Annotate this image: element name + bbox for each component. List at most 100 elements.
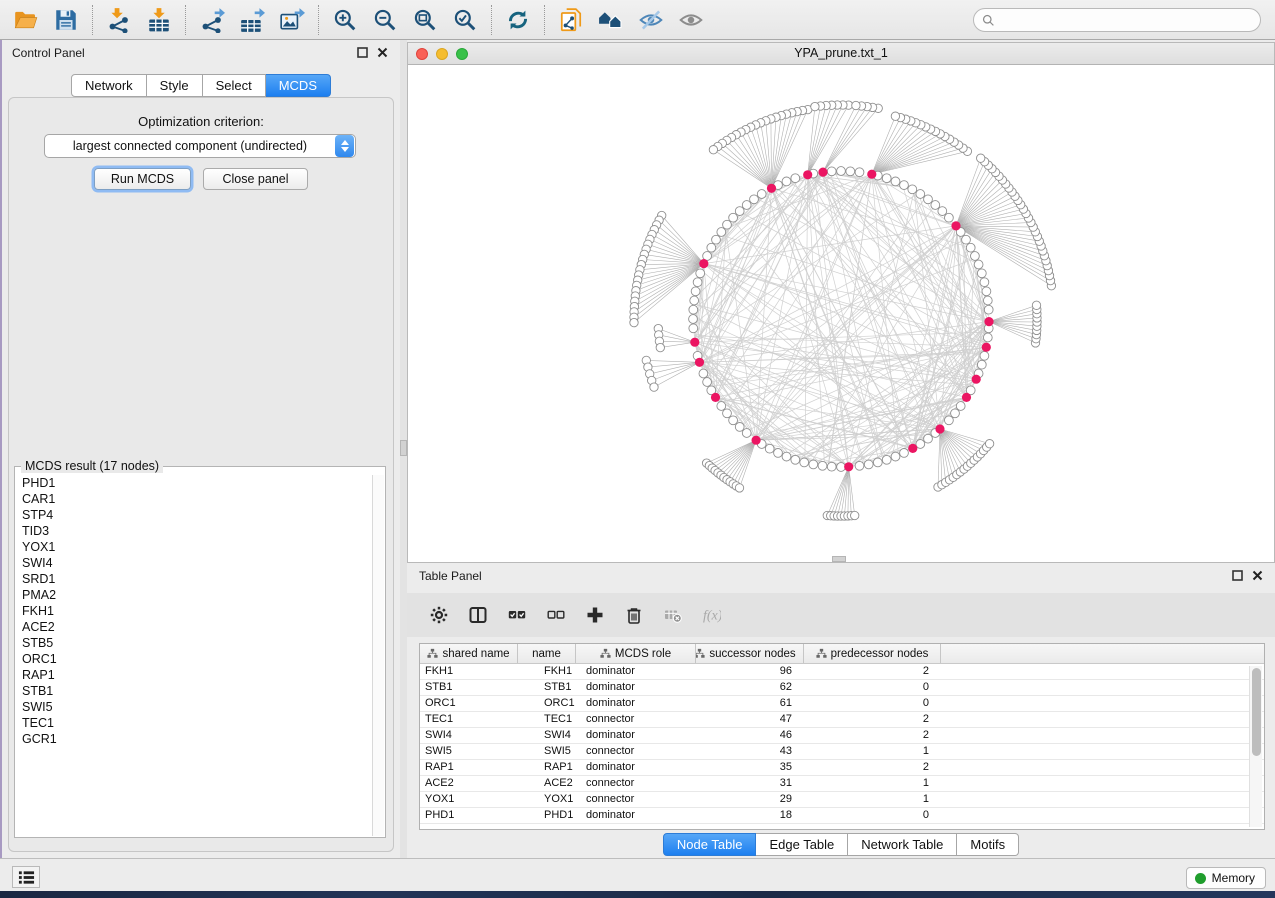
table-row[interactable]: RAP1RAP1dominator352 bbox=[420, 760, 1264, 776]
export-table-button[interactable] bbox=[236, 4, 268, 36]
float-panel-icon[interactable] bbox=[357, 47, 368, 58]
memory-button[interactable]: Memory bbox=[1186, 867, 1266, 889]
result-node-item[interactable]: YOX1 bbox=[16, 539, 372, 555]
save-session-button[interactable] bbox=[50, 4, 82, 36]
export-network-button[interactable] bbox=[196, 4, 228, 36]
float-panel-icon[interactable] bbox=[1232, 570, 1243, 581]
result-node-item[interactable]: STB5 bbox=[16, 635, 372, 651]
mcds-result-list[interactable]: PHD1CAR1STP4TID3YOX1SWI4SRD1PMA2FKH1ACE2… bbox=[16, 475, 372, 836]
result-node-item[interactable]: PMA2 bbox=[16, 587, 372, 603]
show-all-button[interactable] bbox=[675, 4, 707, 36]
scrollbar-thumb[interactable] bbox=[1252, 668, 1261, 756]
result-node-item[interactable]: RAP1 bbox=[16, 667, 372, 683]
search-input[interactable] bbox=[1000, 13, 1240, 27]
tab-node-table[interactable]: Node Table bbox=[663, 833, 757, 856]
result-node-item[interactable]: STB1 bbox=[16, 683, 372, 699]
vertical-splitter[interactable] bbox=[400, 40, 407, 858]
control-panel-header: Control Panel bbox=[2, 40, 400, 66]
table-row[interactable]: TEC1TEC1connector472 bbox=[420, 712, 1264, 728]
column-header-MCDS-role[interactable]: MCDS role bbox=[576, 644, 696, 663]
splitter-grip[interactable] bbox=[400, 440, 407, 456]
result-node-item[interactable]: SWI4 bbox=[16, 555, 372, 571]
network-canvas[interactable] bbox=[408, 65, 1274, 562]
column-label: name bbox=[532, 648, 561, 660]
tab-edge-table[interactable]: Edge Table bbox=[756, 833, 848, 856]
result-node-item[interactable]: STP4 bbox=[16, 507, 372, 523]
ring-nodes[interactable] bbox=[630, 101, 1056, 520]
result-node-item[interactable]: FKH1 bbox=[16, 603, 372, 619]
export-image-button[interactable] bbox=[276, 4, 308, 36]
result-node-item[interactable]: TID3 bbox=[16, 523, 372, 539]
zoom-in-button[interactable] bbox=[329, 4, 361, 36]
toggle-columns-icon bbox=[469, 606, 487, 624]
first-neighbors-button[interactable] bbox=[595, 4, 627, 36]
column-header-predecessor-nodes[interactable]: predecessor nodes bbox=[804, 644, 941, 663]
table-scrollbar[interactable] bbox=[1249, 666, 1262, 827]
result-node-item[interactable]: TEC1 bbox=[16, 715, 372, 731]
column-header-successor-nodes[interactable]: successor nodes bbox=[696, 644, 804, 663]
cell-mcds_role: dominator bbox=[576, 728, 696, 743]
import-network-icon bbox=[106, 7, 132, 33]
delete-column-button[interactable] bbox=[624, 605, 644, 625]
settings-gear-button[interactable] bbox=[429, 605, 449, 625]
table-toolbar: f(x) bbox=[407, 593, 1275, 637]
network-graph[interactable] bbox=[408, 65, 1274, 562]
table-row[interactable]: ACE2ACE2connector311 bbox=[420, 776, 1264, 792]
result-node-item[interactable]: GCR1 bbox=[16, 731, 372, 747]
table-row[interactable]: STB1STB1dominator620 bbox=[420, 680, 1264, 696]
horizontal-splitter-grip[interactable] bbox=[832, 556, 846, 562]
mcds-result-scrollbar[interactable] bbox=[372, 475, 384, 836]
import-network-button[interactable] bbox=[103, 4, 135, 36]
cell-mcds_role: dominator bbox=[576, 680, 696, 695]
open-file-button[interactable] bbox=[10, 4, 42, 36]
close-panel-button[interactable]: Close panel bbox=[203, 168, 308, 190]
result-node-item[interactable]: SRD1 bbox=[16, 571, 372, 587]
table-row[interactable]: ORC1ORC1dominator610 bbox=[420, 696, 1264, 712]
mcds-result-title: MCDS result (17 nodes) bbox=[21, 459, 163, 473]
select-all-button[interactable] bbox=[507, 605, 527, 625]
deselect-all-button[interactable] bbox=[546, 605, 566, 625]
apply-layout-refresh-button[interactable] bbox=[502, 4, 534, 36]
result-node-item[interactable]: CAR1 bbox=[16, 491, 372, 507]
task-history-button[interactable] bbox=[12, 866, 40, 888]
column-header-filler bbox=[941, 644, 1264, 663]
cell-shared_name: ORC1 bbox=[420, 696, 518, 711]
run-mcds-button[interactable]: Run MCDS bbox=[94, 168, 191, 190]
tab-network[interactable]: Network bbox=[71, 74, 147, 97]
memory-status-dot bbox=[1195, 873, 1206, 884]
clone-network-button[interactable] bbox=[555, 4, 587, 36]
toggle-columns-button[interactable] bbox=[468, 605, 488, 625]
hide-selected-button[interactable] bbox=[635, 4, 667, 36]
zoom-fit-button[interactable] bbox=[409, 4, 441, 36]
tab-mcds[interactable]: MCDS bbox=[266, 74, 331, 97]
column-header-name[interactable]: name bbox=[518, 644, 576, 663]
cell-successor_nodes: 29 bbox=[696, 792, 804, 807]
result-node-item[interactable]: PHD1 bbox=[16, 475, 372, 491]
column-header-shared-name[interactable]: shared name bbox=[420, 644, 518, 663]
tab-network-table[interactable]: Network Table bbox=[848, 833, 957, 856]
optimization-criterion-select[interactable]: largest connected component (undirected) bbox=[44, 134, 356, 158]
table-row[interactable]: SWI5SWI5connector431 bbox=[420, 744, 1264, 760]
import-table-button[interactable] bbox=[143, 4, 175, 36]
cell-shared_name: STB1 bbox=[420, 680, 518, 695]
search-box[interactable] bbox=[973, 8, 1261, 32]
result-node-item[interactable]: ACE2 bbox=[16, 619, 372, 635]
zoom-selected-button[interactable] bbox=[449, 4, 481, 36]
table-row[interactable]: PHD1PHD1dominator180 bbox=[420, 808, 1264, 824]
add-column-button[interactable] bbox=[585, 605, 605, 625]
tab-style[interactable]: Style bbox=[147, 74, 203, 97]
close-panel-icon[interactable] bbox=[377, 47, 388, 58]
export-image-icon bbox=[279, 7, 305, 33]
tab-select[interactable]: Select bbox=[203, 74, 266, 97]
table-row[interactable]: YOX1YOX1connector291 bbox=[420, 792, 1264, 808]
result-node-item[interactable]: ORC1 bbox=[16, 651, 372, 667]
table-row[interactable]: FKH1FKH1dominator962 bbox=[420, 664, 1264, 680]
tab-motifs[interactable]: Motifs bbox=[957, 833, 1019, 856]
control-panel: Control Panel NetworkStyleSelectMCDS Opt… bbox=[2, 40, 400, 858]
add-column-icon bbox=[586, 606, 604, 624]
table-row[interactable]: SWI4SWI4dominator462 bbox=[420, 728, 1264, 744]
result-node-item[interactable]: SWI5 bbox=[16, 699, 372, 715]
close-panel-icon[interactable] bbox=[1252, 570, 1263, 581]
search-icon bbox=[982, 14, 995, 27]
zoom-out-button[interactable] bbox=[369, 4, 401, 36]
